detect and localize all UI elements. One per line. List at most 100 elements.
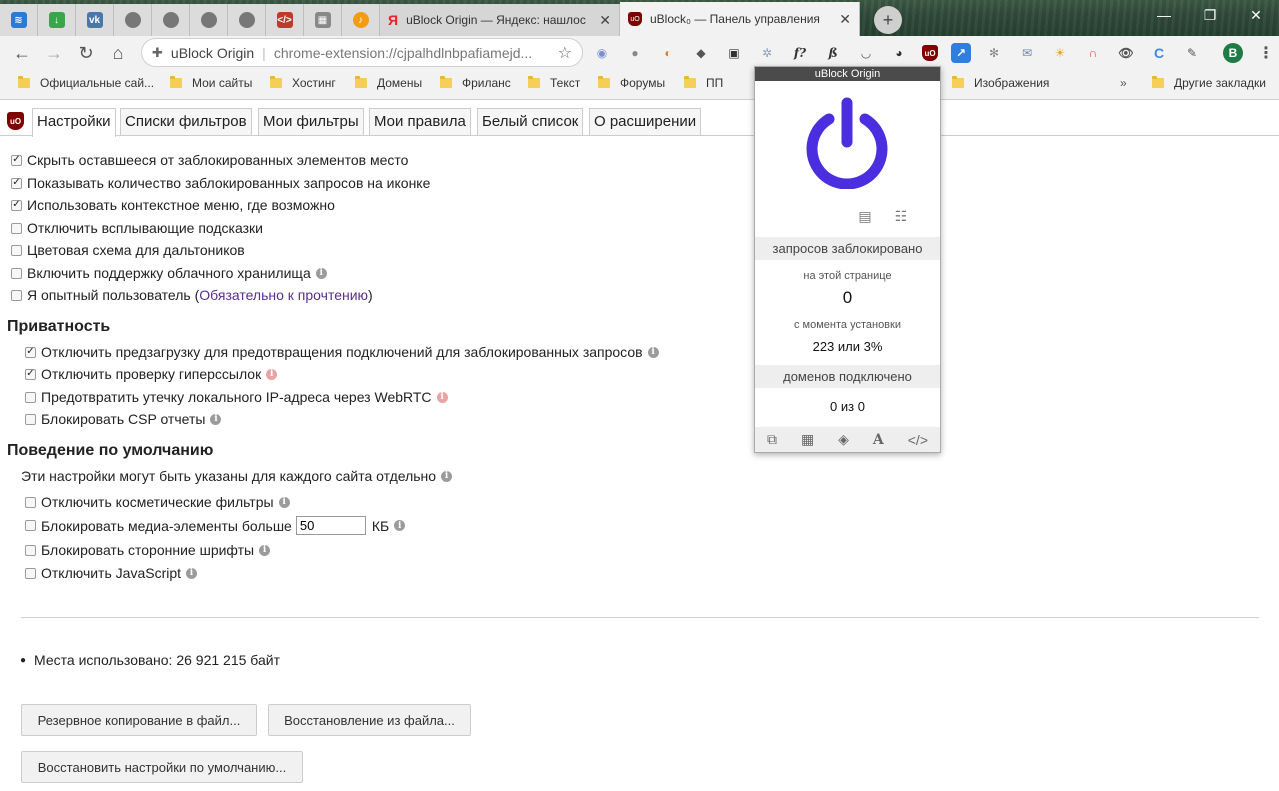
chart-icon[interactable]: ↗ [951, 43, 971, 63]
pinned-tab[interactable] [152, 4, 190, 36]
checkbox[interactable]: ✓ [11, 199, 22, 211]
info-icon[interactable]: i [647, 346, 659, 358]
wrench-icon[interactable]: ▣ [724, 43, 744, 63]
checkbox[interactable] [11, 222, 22, 234]
tab-ublock-dashboard[interactable]: uO uBlock₀ — Панель управления ✕ [620, 2, 860, 36]
font-icon[interactable]: A [873, 432, 884, 448]
info-icon[interactable]: i [394, 520, 406, 531]
magnet-icon[interactable]: ∩ [1083, 43, 1103, 63]
checkbox[interactable] [11, 289, 22, 301]
bookmark-folder-other[interactable]: Другие закладки [1152, 76, 1266, 90]
menu-icon[interactable]: ⋮ [1256, 43, 1276, 63]
eye-icon[interactable]: ◉ [592, 43, 612, 63]
pinned-tab[interactable] [190, 4, 228, 36]
bookmark-folder[interactable]: Форумы [598, 76, 665, 90]
mail-icon[interactable]: ✉ [1017, 43, 1037, 63]
info-icon[interactable]: i [259, 544, 271, 556]
checkbox[interactable] [25, 496, 36, 508]
checkbox[interactable] [25, 567, 36, 579]
script-icon[interactable]: </> [908, 432, 928, 448]
reload-button[interactable]: ↻ [74, 41, 98, 65]
media-icon[interactable]: ▦ [801, 431, 814, 448]
close-icon[interactable]: ✕ [599, 12, 611, 29]
checkbox[interactable] [25, 544, 36, 556]
media-size-input[interactable] [295, 516, 366, 535]
color-icon[interactable]: C [1149, 43, 1169, 63]
tab-whitelist[interactable]: Белый список [477, 108, 584, 135]
info-icon[interactable]: i [315, 267, 327, 279]
reset-defaults-button[interactable]: Восстановить настройки по умолчанию... [21, 751, 303, 783]
star-icon[interactable]: ☆ [558, 43, 572, 63]
checkbox[interactable]: ✓ [25, 368, 36, 380]
checkbox[interactable] [25, 391, 36, 403]
cube-icon[interactable]: ◆ [691, 43, 711, 63]
function-icon[interactable]: f? [790, 43, 810, 63]
camera-icon[interactable]: ◕ [889, 43, 909, 63]
bookmark-folder[interactable]: Официальные сай... [18, 76, 154, 90]
pinned-tab[interactable]: ≋ [0, 4, 38, 36]
popup-block-icon[interactable]: ⧉ [767, 431, 777, 448]
bookmarks-overflow[interactable]: » [1120, 76, 1127, 90]
restore-button[interactable]: Восстановление из файла... [268, 704, 471, 736]
firefox-icon[interactable]: ◐ [658, 43, 678, 63]
pinned-tab[interactable] [114, 4, 152, 36]
settings-sliders-icon[interactable]: ☷ [891, 208, 911, 224]
bookmark-folder[interactable]: Текст [528, 76, 580, 90]
back-button[interactable]: ← [10, 41, 34, 65]
tab-about[interactable]: О расширении [589, 108, 702, 135]
pinned-tab[interactable]: </> [266, 4, 304, 36]
bookmark-folder[interactable]: Хостинг [270, 76, 336, 90]
forward-button[interactable]: → [42, 41, 66, 65]
checkbox[interactable] [11, 244, 22, 256]
info-icon[interactable]: i [210, 413, 222, 425]
minimize-button[interactable]: — [1141, 0, 1187, 30]
bookmark-folder[interactable]: Фриланс [440, 76, 511, 90]
new-tab-button[interactable]: + [874, 6, 902, 34]
tab-my-rules[interactable]: Мои правила [369, 108, 471, 135]
pinned-tab[interactable]: ♪ [342, 4, 380, 36]
checkbox[interactable] [25, 520, 36, 531]
checkbox[interactable]: ✓ [25, 346, 36, 358]
globe-icon[interactable]: ● [625, 43, 645, 63]
gear-icon[interactable]: ✲ [757, 43, 777, 63]
bookmark-folder[interactable]: ПП [684, 76, 723, 90]
ublock-icon[interactable]: uO [922, 45, 938, 61]
checkbox[interactable]: ✓ [11, 177, 22, 189]
beta-icon[interactable]: ß [823, 43, 843, 63]
bookmark-folder[interactable]: Мои сайты [170, 76, 252, 90]
tab-filter-lists[interactable]: Списки фильтров [120, 108, 252, 135]
close-window-button[interactable]: ✕ [1233, 0, 1279, 30]
checkbox[interactable] [11, 267, 22, 279]
address-bar[interactable]: ✚ uBlock Origin | chrome-extension://cjp… [142, 39, 582, 66]
backup-button[interactable]: Резервное копирование в файл... [21, 704, 257, 736]
eye-icon[interactable]: 👁 [1116, 43, 1136, 63]
weather-icon[interactable]: ☀ [1050, 43, 1070, 63]
tab-my-filters[interactable]: Мои фильтры [258, 108, 364, 135]
close-icon[interactable]: ✕ [839, 11, 851, 28]
restore-button[interactable]: ❐ [1187, 0, 1233, 30]
logger-icon[interactable]: ▤ [855, 208, 875, 224]
bookmark-folder[interactable]: Изображения [952, 76, 1049, 90]
pinned-tab[interactable]: vk [76, 4, 114, 36]
pocket-icon[interactable]: ◡ [856, 43, 876, 63]
pinned-tab[interactable]: ↓ [38, 4, 76, 36]
info-icon[interactable]: i [436, 391, 448, 403]
checkbox[interactable]: ✓ [11, 154, 22, 166]
pinned-tab[interactable]: ▦ [304, 4, 342, 36]
tab-yandex[interactable]: Я uBlock Origin — Яндекс: нашлос ✕ [380, 4, 620, 36]
info-icon[interactable]: i [278, 496, 290, 508]
cosmetic-eye-icon[interactable]: ◈ [838, 431, 849, 448]
home-button[interactable]: ⌂ [106, 41, 130, 65]
tab-settings[interactable]: Настройки [32, 108, 116, 137]
info-icon[interactable]: i [266, 368, 278, 380]
pinned-tab[interactable] [228, 4, 266, 36]
power-icon[interactable] [802, 97, 892, 189]
info-icon[interactable]: i [186, 567, 198, 579]
dropper-icon[interactable]: ✎ [1182, 43, 1202, 63]
checkbox[interactable] [25, 413, 36, 425]
avatar[interactable]: B [1223, 43, 1243, 63]
info-icon[interactable]: i [441, 470, 453, 482]
bookmark-folder[interactable]: Домены [355, 76, 422, 90]
web-icon[interactable]: ✻ [984, 43, 1004, 63]
must-read-link[interactable]: Обязательно к прочтению [199, 287, 368, 303]
